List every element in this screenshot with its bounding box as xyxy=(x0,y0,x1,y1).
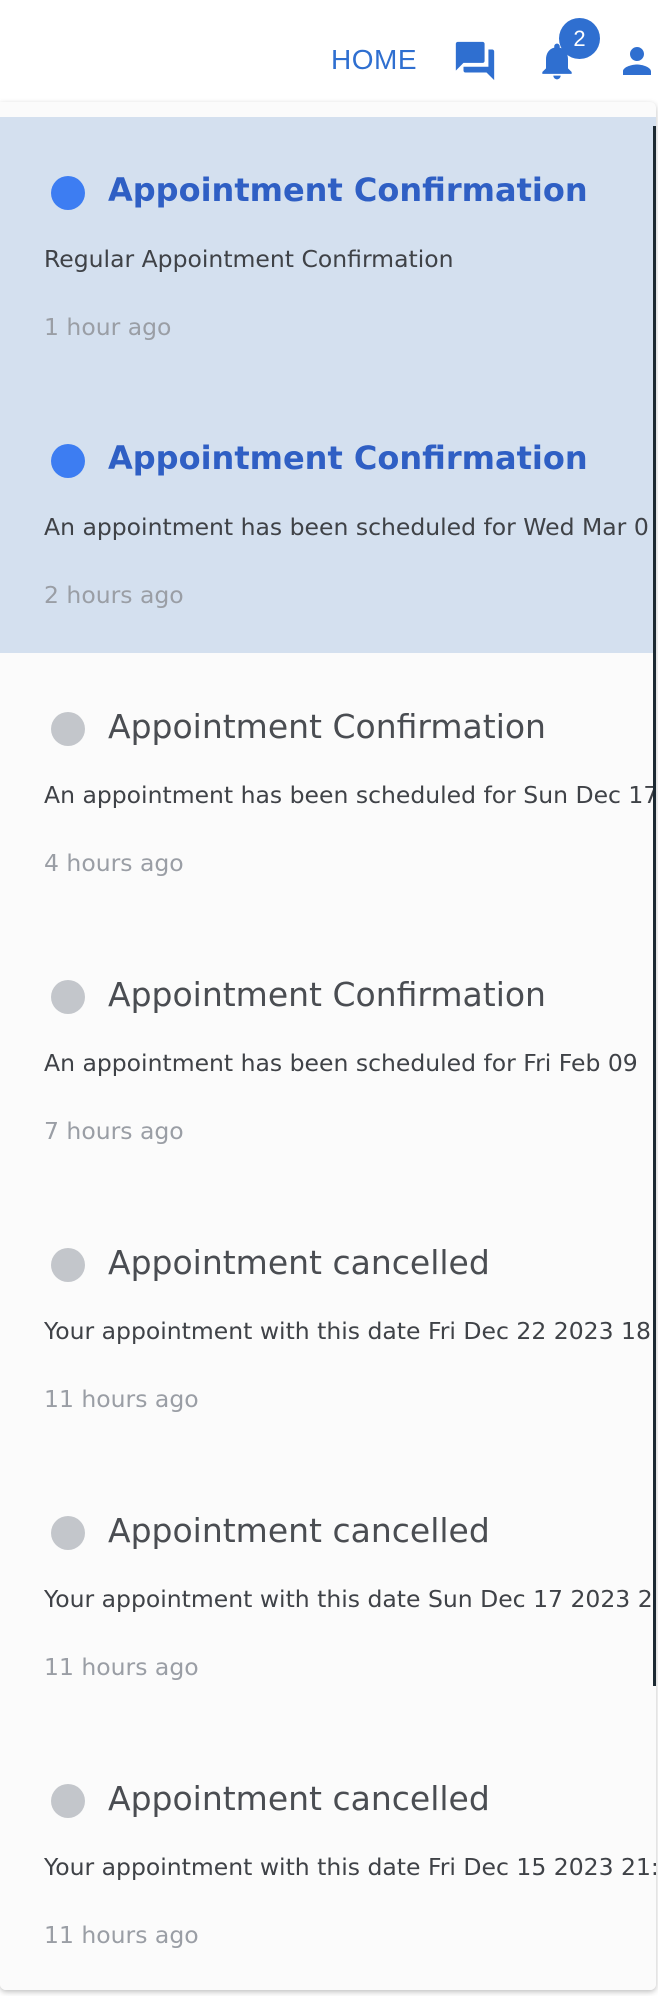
notification-time: 11 hours ago xyxy=(44,1921,199,1949)
notification-title: Appointment Confirmation xyxy=(108,171,588,209)
top-navigation-bar: HOME 2 xyxy=(0,0,658,110)
chat-icon[interactable] xyxy=(452,38,498,84)
notification-time: 11 hours ago xyxy=(44,1653,199,1681)
notification-item[interactable]: Appointment cancelled Your appointment w… xyxy=(0,1457,656,1725)
notification-time: 4 hours ago xyxy=(44,849,184,877)
notification-time: 2 hours ago xyxy=(44,581,184,609)
notification-title: Appointment cancelled xyxy=(108,1243,490,1282)
read-dot-icon xyxy=(51,1784,85,1818)
scrollbar[interactable] xyxy=(653,126,656,1686)
read-dot-icon xyxy=(51,1516,85,1550)
notification-body: An appointment has been scheduled for Fr… xyxy=(44,1049,638,1077)
notification-item[interactable]: Appointment Confirmation An appointment … xyxy=(0,921,656,1189)
notification-title: Appointment Confirmation xyxy=(108,975,546,1014)
unread-dot-icon xyxy=(51,176,85,210)
home-link[interactable]: HOME xyxy=(331,44,417,76)
notification-body: An appointment has been scheduled for We… xyxy=(44,513,649,541)
notification-item[interactable]: Appointment cancelled Your appointment w… xyxy=(0,1189,656,1457)
notifications-dropdown: Appointment Confirmation Regular Appoint… xyxy=(0,102,656,1990)
notification-title: Appointment Confirmation xyxy=(108,707,546,746)
notification-body: Your appointment with this date Fri Dec … xyxy=(44,1853,656,1881)
notification-item[interactable]: Appointment cancelled Your appointment w… xyxy=(0,1725,656,1990)
notification-item[interactable]: Appointment Confirmation Regular Appoint… xyxy=(0,117,656,385)
notification-time: 7 hours ago xyxy=(44,1117,184,1145)
notification-item[interactable]: Appointment Confirmation An appointment … xyxy=(0,385,656,653)
user-icon[interactable] xyxy=(616,40,658,82)
notification-time: 11 hours ago xyxy=(44,1385,199,1413)
read-dot-icon xyxy=(51,712,85,746)
notification-title: Appointment cancelled xyxy=(108,1779,490,1818)
read-dot-icon xyxy=(51,980,85,1014)
notification-body: Your appointment with this date Sun Dec … xyxy=(44,1585,656,1613)
notification-time: 1 hour ago xyxy=(44,313,172,341)
notification-body: An appointment has been scheduled for Su… xyxy=(44,781,656,809)
notification-title: Appointment cancelled xyxy=(108,1511,490,1550)
notification-count-badge: 2 xyxy=(559,18,600,59)
notification-body: Your appointment with this date Fri Dec … xyxy=(44,1317,656,1345)
notification-body: Regular Appointment Confirmation xyxy=(44,245,454,273)
unread-dot-icon xyxy=(51,444,85,478)
notification-title: Appointment Confirmation xyxy=(108,439,588,477)
notification-item[interactable]: Appointment Confirmation An appointment … xyxy=(0,653,656,921)
read-dot-icon xyxy=(51,1248,85,1282)
